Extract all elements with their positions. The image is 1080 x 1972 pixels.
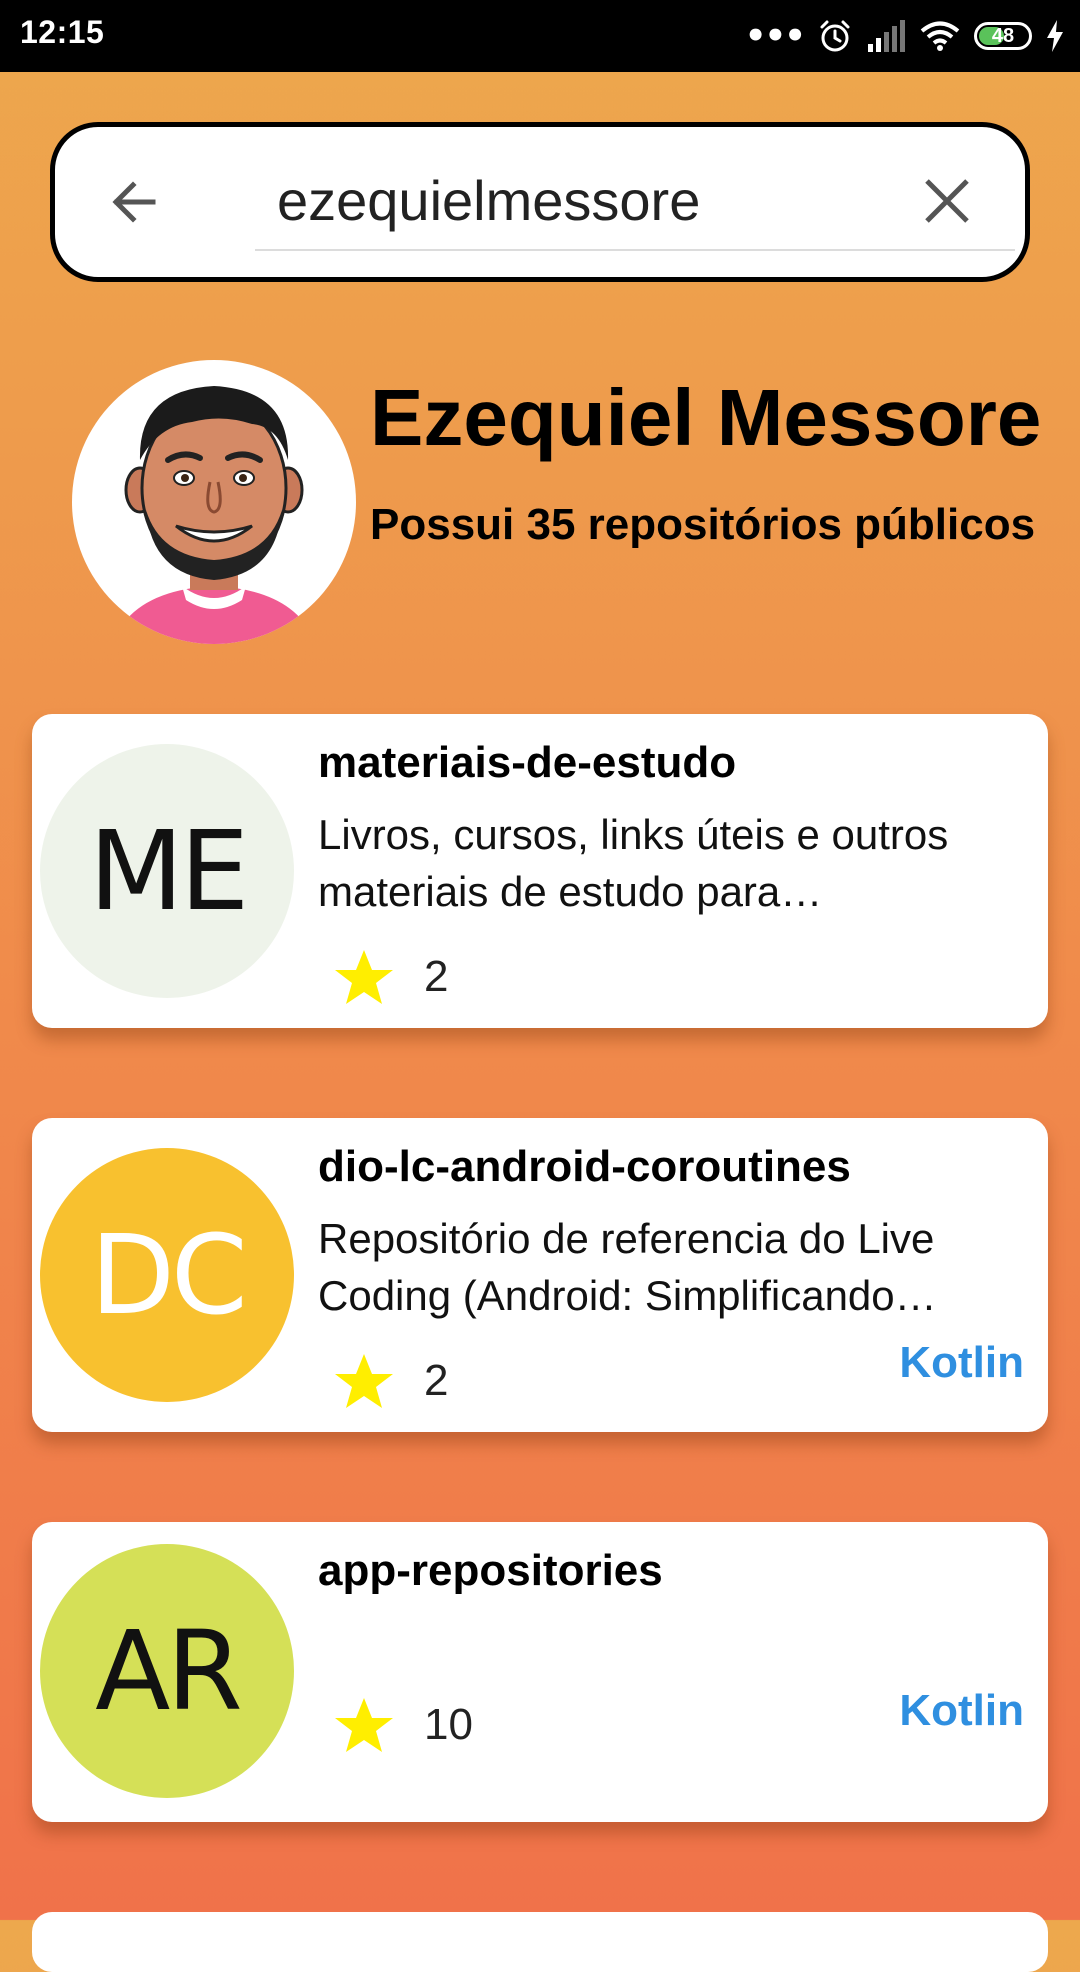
repo-name: app-repositories <box>318 1546 663 1595</box>
repo-language: Kotlin <box>899 1686 1024 1735</box>
repo-name: materiais-de-estudo <box>318 738 737 787</box>
alarm-icon <box>820 20 850 52</box>
repo-card-partial[interactable] <box>32 1912 1048 1972</box>
repo-description: Repositório de referencia do Live Coding… <box>318 1215 935 1319</box>
status-icons: ••• 48 <box>745 16 1064 56</box>
profile-caricature-image <box>112 386 316 644</box>
repo-description: Livros, cursos, links úteis e outros mat… <box>318 811 949 915</box>
profile-name: Ezequiel Messore <box>370 373 1042 462</box>
more-dots-icon: ••• <box>744 16 806 56</box>
star-count: 2 <box>424 952 449 1001</box>
charging-icon <box>1047 20 1063 52</box>
signal-icon <box>868 20 905 52</box>
profile-avatar <box>72 360 356 644</box>
star-icon <box>335 1698 393 1752</box>
arrow-left-icon[interactable] <box>105 173 163 231</box>
battery-level: 48 <box>991 24 1015 47</box>
status-time: 12:15 <box>20 14 105 50</box>
repo-card[interactable]: ME materiais-de-estudo Livros, cursos, l… <box>32 714 1048 1028</box>
status-bar: 12:15 ••• 48 <box>0 0 1080 72</box>
repo-language: Kotlin <box>899 1338 1024 1387</box>
repo-name: dio-lc-android-coroutines <box>318 1142 851 1191</box>
battery-icon: 48 <box>974 22 1032 50</box>
repo-card[interactable]: AR app-repositories 10 Kotlin <box>32 1522 1048 1822</box>
star-icon <box>335 950 393 1004</box>
search-input[interactable] <box>255 151 1015 251</box>
star-icon <box>335 1354 393 1408</box>
repo-avatar: AR <box>40 1544 294 1798</box>
profile-repo-count: Possui 35 repositórios públicos <box>370 500 1036 549</box>
star-count: 2 <box>424 1356 449 1405</box>
wifi-icon <box>920 21 960 51</box>
close-icon[interactable] <box>921 175 973 227</box>
repo-avatar: ME <box>40 744 294 998</box>
star-count: 10 <box>424 1700 473 1749</box>
repo-avatar: DC <box>40 1148 294 1402</box>
search-bar <box>50 122 1030 282</box>
repo-card[interactable]: DC dio-lc-android-coroutines Repositório… <box>32 1118 1048 1432</box>
